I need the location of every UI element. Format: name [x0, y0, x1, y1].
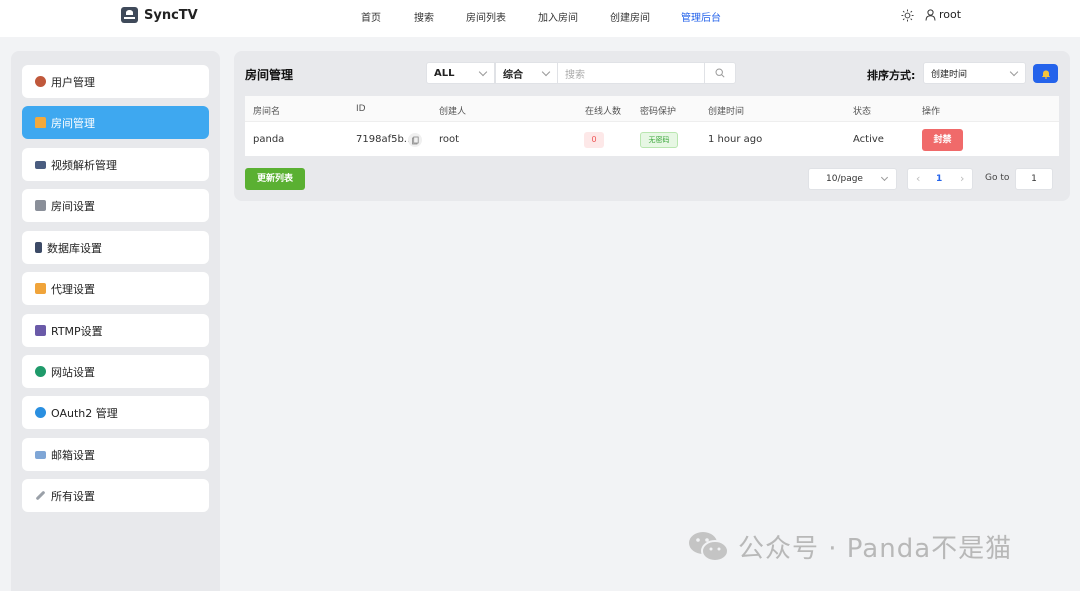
online-count-badge: 0: [584, 132, 604, 148]
username: root: [939, 8, 962, 21]
sidebar-item-label: 数据库设置: [47, 241, 102, 255]
globe-icon: [35, 366, 46, 377]
sort-label: 排序方式:: [867, 69, 916, 82]
sidebar-item-label: 网站设置: [51, 365, 95, 379]
sidebar-item-video-parse[interactable]: 视频解析管理: [22, 148, 209, 181]
page-title: 房间管理: [245, 68, 294, 82]
top-navbar: SyncTV 首页 搜索 房间列表 加入房间 创建房间 管理后台 root: [0, 0, 1080, 37]
refresh-list-button[interactable]: 更新列表: [245, 168, 305, 190]
user-menu[interactable]: root: [925, 8, 961, 21]
admin-sidebar: 用户管理 房间管理 视频解析管理 房间设置 数据库设置 代理设置 RTMP设置 …: [11, 51, 220, 591]
sidebar-item-oauth2[interactable]: OAuth2 管理: [22, 396, 209, 429]
prev-page-icon[interactable]: ‹: [916, 172, 920, 185]
page-size-value: 10/page: [826, 174, 863, 184]
sidebar-item-label: 房间设置: [51, 199, 95, 213]
sidebar-item-label: 代理设置: [51, 282, 95, 296]
nav-room-list[interactable]: 房间列表: [466, 9, 506, 24]
page-number[interactable]: 1: [936, 174, 942, 184]
room-name-cell: panda: [253, 134, 285, 145]
sidebar-item-database[interactable]: 数据库设置: [22, 231, 209, 264]
column-header: 操作: [922, 107, 941, 117]
search-icon: [715, 68, 725, 78]
pagination: ‹ 1 ›: [907, 168, 973, 190]
table-header: 房间名 ID 创建人 在线人数 密码保护 创建时间 状态 操作: [245, 96, 1059, 122]
column-header: 创建人: [439, 107, 467, 117]
watermark: 公众号 · Panda不是猫: [688, 528, 1012, 565]
cat-icon: [35, 283, 46, 294]
type-filter-value: 综合: [503, 69, 523, 81]
nav-join-room[interactable]: 加入房间: [538, 9, 578, 24]
goto-page-input[interactable]: 1: [1015, 168, 1053, 190]
building-icon: [35, 200, 46, 211]
sidebar-item-label: 视频解析管理: [51, 158, 117, 172]
sidebar-item-label: 邮箱设置: [51, 448, 95, 462]
chevron-down-icon: [1009, 67, 1019, 77]
phone-icon: [35, 242, 42, 253]
column-header: 状态: [853, 107, 872, 117]
column-header: 在线人数: [585, 107, 622, 117]
sidebar-item-proxy[interactable]: 代理设置: [22, 272, 209, 305]
column-header: ID: [356, 104, 366, 114]
sidebar-item-all-settings[interactable]: 所有设置: [22, 479, 209, 512]
user-group-icon: [35, 76, 46, 87]
password-badge: 无密码: [640, 132, 678, 148]
sort-order-button[interactable]: [1033, 64, 1058, 83]
watermark-text: 公众号 · Panda不是猫: [738, 534, 1013, 564]
sidebar-item-label: OAuth2 管理: [51, 406, 118, 420]
sidebar-item-label: 用户管理: [51, 75, 95, 89]
status-filter-value: ALL: [434, 67, 455, 79]
main-nav: 首页 搜索 房间列表 加入房间 创建房间 管理后台: [0, 9, 1080, 24]
room-id-cell: 7198af5b...: [356, 134, 414, 145]
user-icon: [925, 8, 936, 21]
sidebar-item-label: 所有设置: [51, 489, 95, 503]
sidebar-item-users[interactable]: 用户管理: [22, 65, 209, 98]
nav-create-room[interactable]: 创建房间: [610, 9, 650, 24]
wrench-icon: [35, 490, 46, 501]
sidebar-item-label: RTMP设置: [51, 324, 103, 338]
search-input[interactable]: 搜索: [557, 62, 705, 84]
film-icon: [35, 160, 46, 169]
next-page-icon[interactable]: ›: [960, 172, 964, 185]
search-button[interactable]: [704, 62, 736, 84]
nav-home[interactable]: 首页: [361, 9, 381, 24]
sidebar-item-label: 房间管理: [51, 116, 95, 130]
nav-admin[interactable]: 管理后台: [681, 9, 721, 24]
house-icon: [35, 117, 46, 128]
ban-button[interactable]: 封禁: [922, 129, 963, 151]
page-size-select[interactable]: 10/page: [808, 168, 897, 190]
mail-icon: [35, 450, 46, 459]
nav-search[interactable]: 搜索: [414, 9, 434, 24]
goto-label: Go to: [985, 173, 1010, 183]
sort-select[interactable]: 创建时间: [923, 62, 1026, 84]
chevron-down-icon: [541, 67, 551, 77]
wechat-icon: [689, 531, 729, 562]
sort-value: 创建时间: [931, 69, 968, 80]
status-filter-select[interactable]: ALL: [426, 62, 495, 84]
sidebar-item-website[interactable]: 网站设置: [22, 355, 209, 388]
column-header: 房间名: [253, 107, 281, 117]
status-cell: Active: [853, 134, 884, 145]
bell-icon: [1041, 70, 1050, 79]
column-header: 创建时间: [708, 107, 745, 117]
sidebar-item-room-settings[interactable]: 房间设置: [22, 189, 209, 222]
created-time-cell: 1 hour ago: [708, 134, 763, 145]
people-icon: [35, 325, 46, 336]
chevron-down-icon: [880, 173, 889, 182]
sun-icon[interactable]: [901, 9, 914, 22]
room-management-panel: 房间管理 ALL 综合 搜索 排序方式: 创建时间 房间名 ID 创建人 在线人…: [234, 51, 1070, 201]
column-header: 密码保护: [640, 107, 677, 117]
copy-icon[interactable]: [408, 133, 422, 147]
drop-icon: [35, 407, 46, 418]
chevron-down-icon: [478, 67, 488, 77]
sidebar-item-rooms[interactable]: 房间管理: [22, 106, 209, 139]
type-filter-select[interactable]: 综合: [495, 62, 558, 84]
sidebar-item-rtmp[interactable]: RTMP设置: [22, 314, 209, 347]
sidebar-item-email[interactable]: 邮箱设置: [22, 438, 209, 471]
room-table: 房间名 ID 创建人 在线人数 密码保护 创建时间 状态 操作 panda 71…: [245, 96, 1059, 156]
creator-cell: root: [439, 134, 460, 145]
